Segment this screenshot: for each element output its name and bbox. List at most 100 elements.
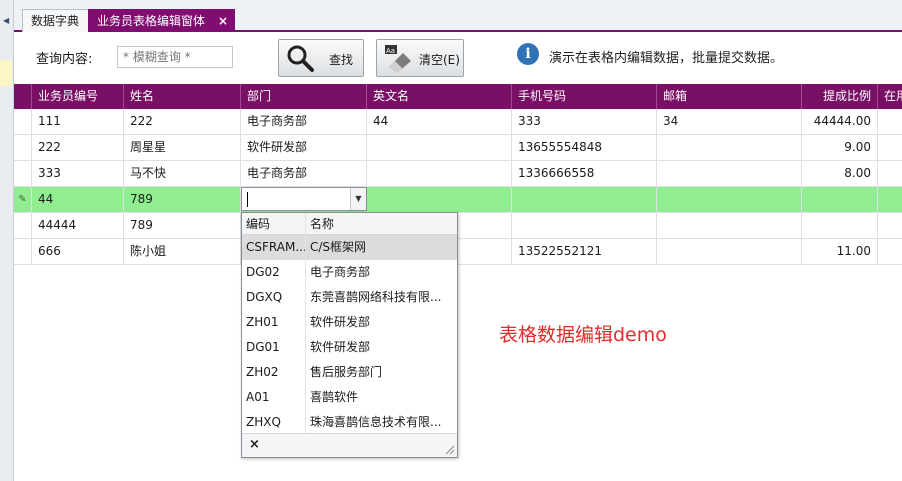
cell-dept[interactable]: 电子商务部 xyxy=(241,109,367,135)
resize-grip-icon[interactable] xyxy=(445,445,455,455)
cell-dept[interactable]: 电子商务部 xyxy=(241,161,367,187)
column-header-dept[interactable]: 部门 xyxy=(241,84,367,109)
cell-name[interactable]: 789 xyxy=(124,187,241,213)
cell-email[interactable] xyxy=(657,187,802,213)
popup-item[interactable]: A01 喜鹊软件 xyxy=(242,385,457,410)
cell-email[interactable] xyxy=(657,239,802,265)
popup-item-name: 东莞喜鹊网络科技有限... xyxy=(310,290,442,304)
cell-in-use[interactable] xyxy=(878,213,902,239)
cell-english-name[interactable] xyxy=(367,187,512,213)
text-caret xyxy=(247,192,248,207)
tab-salesman-grid-editor[interactable]: 业务员表格编辑窗体 × xyxy=(88,9,235,32)
find-button[interactable]: 查找 xyxy=(278,39,364,77)
cell-id[interactable]: 111 xyxy=(32,109,124,135)
popup-column-code[interactable]: 编码 xyxy=(242,213,306,235)
cell-email[interactable] xyxy=(657,161,802,187)
clear-button[interactable]: Aa 清空(E) xyxy=(376,39,464,77)
tab-label: 数据字典 xyxy=(31,14,80,28)
popup-item[interactable]: ZH01 软件研发部 xyxy=(242,310,457,335)
cell-english-name[interactable] xyxy=(367,135,512,161)
popup-item-code: A01 xyxy=(242,385,306,410)
popup-item[interactable]: ZH02 售后服务部门 xyxy=(242,360,457,385)
cell-name[interactable]: 马不快 xyxy=(124,161,241,187)
cell-name[interactable]: 222 xyxy=(124,109,241,135)
cell-email[interactable] xyxy=(657,135,802,161)
popup-item[interactable]: ZHXQ 珠海喜鹊信息技术有限... xyxy=(242,410,457,435)
document-tab-strip: 数据字典 业务员表格编辑窗体 × xyxy=(14,0,902,32)
table-row[interactable]: 666 陈小姐 13522552121 11.00 xyxy=(14,239,902,265)
tab-data-dictionary[interactable]: 数据字典 xyxy=(22,9,90,32)
table-row[interactable]: 111 222 电子商务部 44 333 34 44444.00 xyxy=(14,109,902,135)
cell-english-name[interactable] xyxy=(367,161,512,187)
popup-column-name[interactable]: 名称 xyxy=(306,213,454,235)
cell-in-use[interactable] xyxy=(878,187,902,213)
cell-email[interactable] xyxy=(657,213,802,239)
table-row[interactable]: 222 周星星 软件研发部 13655554848 9.00 xyxy=(14,135,902,161)
cell-rate[interactable]: 8.00 xyxy=(802,161,878,187)
popup-item-code: ZH02 xyxy=(242,360,306,385)
dept-dropdown-editor[interactable]: ▼ xyxy=(241,187,367,211)
close-icon[interactable]: × xyxy=(249,437,260,452)
cell-phone[interactable]: 333 xyxy=(512,109,657,135)
cell-rate[interactable]: 11.00 xyxy=(802,239,878,265)
cell-phone[interactable]: 13655554848 xyxy=(512,135,657,161)
column-header-phone[interactable]: 手机号码 xyxy=(512,84,657,109)
table-row-editing[interactable]: ✎ 44 789 xyxy=(14,187,902,213)
cell-name[interactable]: 陈小姐 xyxy=(124,239,241,265)
row-indicator xyxy=(14,161,32,187)
cell-phone[interactable]: 13522552121 xyxy=(512,239,657,265)
tab-close-icon[interactable]: × xyxy=(218,10,228,32)
cell-email[interactable]: 34 xyxy=(657,109,802,135)
cell-id[interactable]: 44 xyxy=(32,187,124,213)
cell-id[interactable]: 44444 xyxy=(32,213,124,239)
table-row[interactable]: 44444 789 xyxy=(14,213,902,239)
column-header-name[interactable]: 姓名 xyxy=(124,84,241,109)
dept-lookup-popup: 编码 名称 CSFRAM... C/S框架网 DG02 电子商务部 DGXQ 东… xyxy=(241,212,458,458)
grid-header: 业务员编号 姓名 部门 英文名 手机号码 邮箱 提成比例 在用 xyxy=(14,84,902,109)
row-indicator xyxy=(14,213,32,239)
cell-in-use[interactable] xyxy=(878,161,902,187)
cell-phone[interactable]: 1336666558 xyxy=(512,161,657,187)
cell-phone[interactable] xyxy=(512,187,657,213)
cell-in-use[interactable] xyxy=(878,239,902,265)
popup-item[interactable]: CSFRAM... C/S框架网 xyxy=(242,235,457,260)
cell-rate[interactable] xyxy=(802,187,878,213)
popup-item[interactable]: DG01 软件研发部 xyxy=(242,335,457,360)
column-header-rate[interactable]: 提成比例 xyxy=(802,84,878,109)
cell-id[interactable]: 222 xyxy=(32,135,124,161)
cell-in-use[interactable] xyxy=(878,135,902,161)
column-header-email[interactable]: 邮箱 xyxy=(657,84,802,109)
search-input[interactable] xyxy=(117,46,233,68)
clear-button-label: 清空(E) xyxy=(419,53,460,67)
tab-label: 业务员表格编辑窗体 xyxy=(97,14,206,28)
column-header-in-use[interactable]: 在用 xyxy=(878,84,902,109)
collapse-arrow-icon[interactable]: ◀ xyxy=(3,16,9,25)
column-header-id[interactable]: 业务员编号 xyxy=(32,84,124,109)
demo-caption: 表格数据编辑demo xyxy=(499,324,667,346)
popup-item-name: 珠海喜鹊信息技术有限... xyxy=(310,415,442,429)
find-button-label: 查找 xyxy=(329,53,354,67)
popup-item-name: 电子商务部 xyxy=(310,265,371,279)
row-indicator xyxy=(14,239,32,265)
cell-name[interactable]: 周星星 xyxy=(124,135,241,161)
table-row[interactable]: 333 马不快 电子商务部 1336666558 8.00 xyxy=(14,161,902,187)
popup-item[interactable]: DG02 电子商务部 xyxy=(242,260,457,285)
magnifier-icon xyxy=(287,45,314,72)
cell-english-name[interactable]: 44 xyxy=(367,109,512,135)
cell-rate[interactable]: 9.00 xyxy=(802,135,878,161)
popup-item-name: 喜鹊软件 xyxy=(310,390,359,404)
cell-name[interactable]: 789 xyxy=(124,213,241,239)
query-label: 查询内容: xyxy=(36,52,93,67)
cell-id[interactable]: 333 xyxy=(32,161,124,187)
cell-id[interactable]: 666 xyxy=(32,239,124,265)
cell-in-use[interactable] xyxy=(878,109,902,135)
popup-item[interactable]: DGXQ 东莞喜鹊网络科技有限... xyxy=(242,285,457,310)
cell-rate[interactable]: 44444.00 xyxy=(802,109,878,135)
column-header-english-name[interactable]: 英文名 xyxy=(367,84,512,109)
popup-item-code: DGXQ xyxy=(242,285,306,310)
chevron-down-icon[interactable]: ▼ xyxy=(350,188,366,210)
cell-dept[interactable]: 软件研发部 xyxy=(241,135,367,161)
cell-phone[interactable] xyxy=(512,213,657,239)
cell-rate[interactable] xyxy=(802,213,878,239)
salesman-grid: 业务员编号 姓名 部门 英文名 手机号码 邮箱 提成比例 在用 111 222 … xyxy=(14,84,902,481)
